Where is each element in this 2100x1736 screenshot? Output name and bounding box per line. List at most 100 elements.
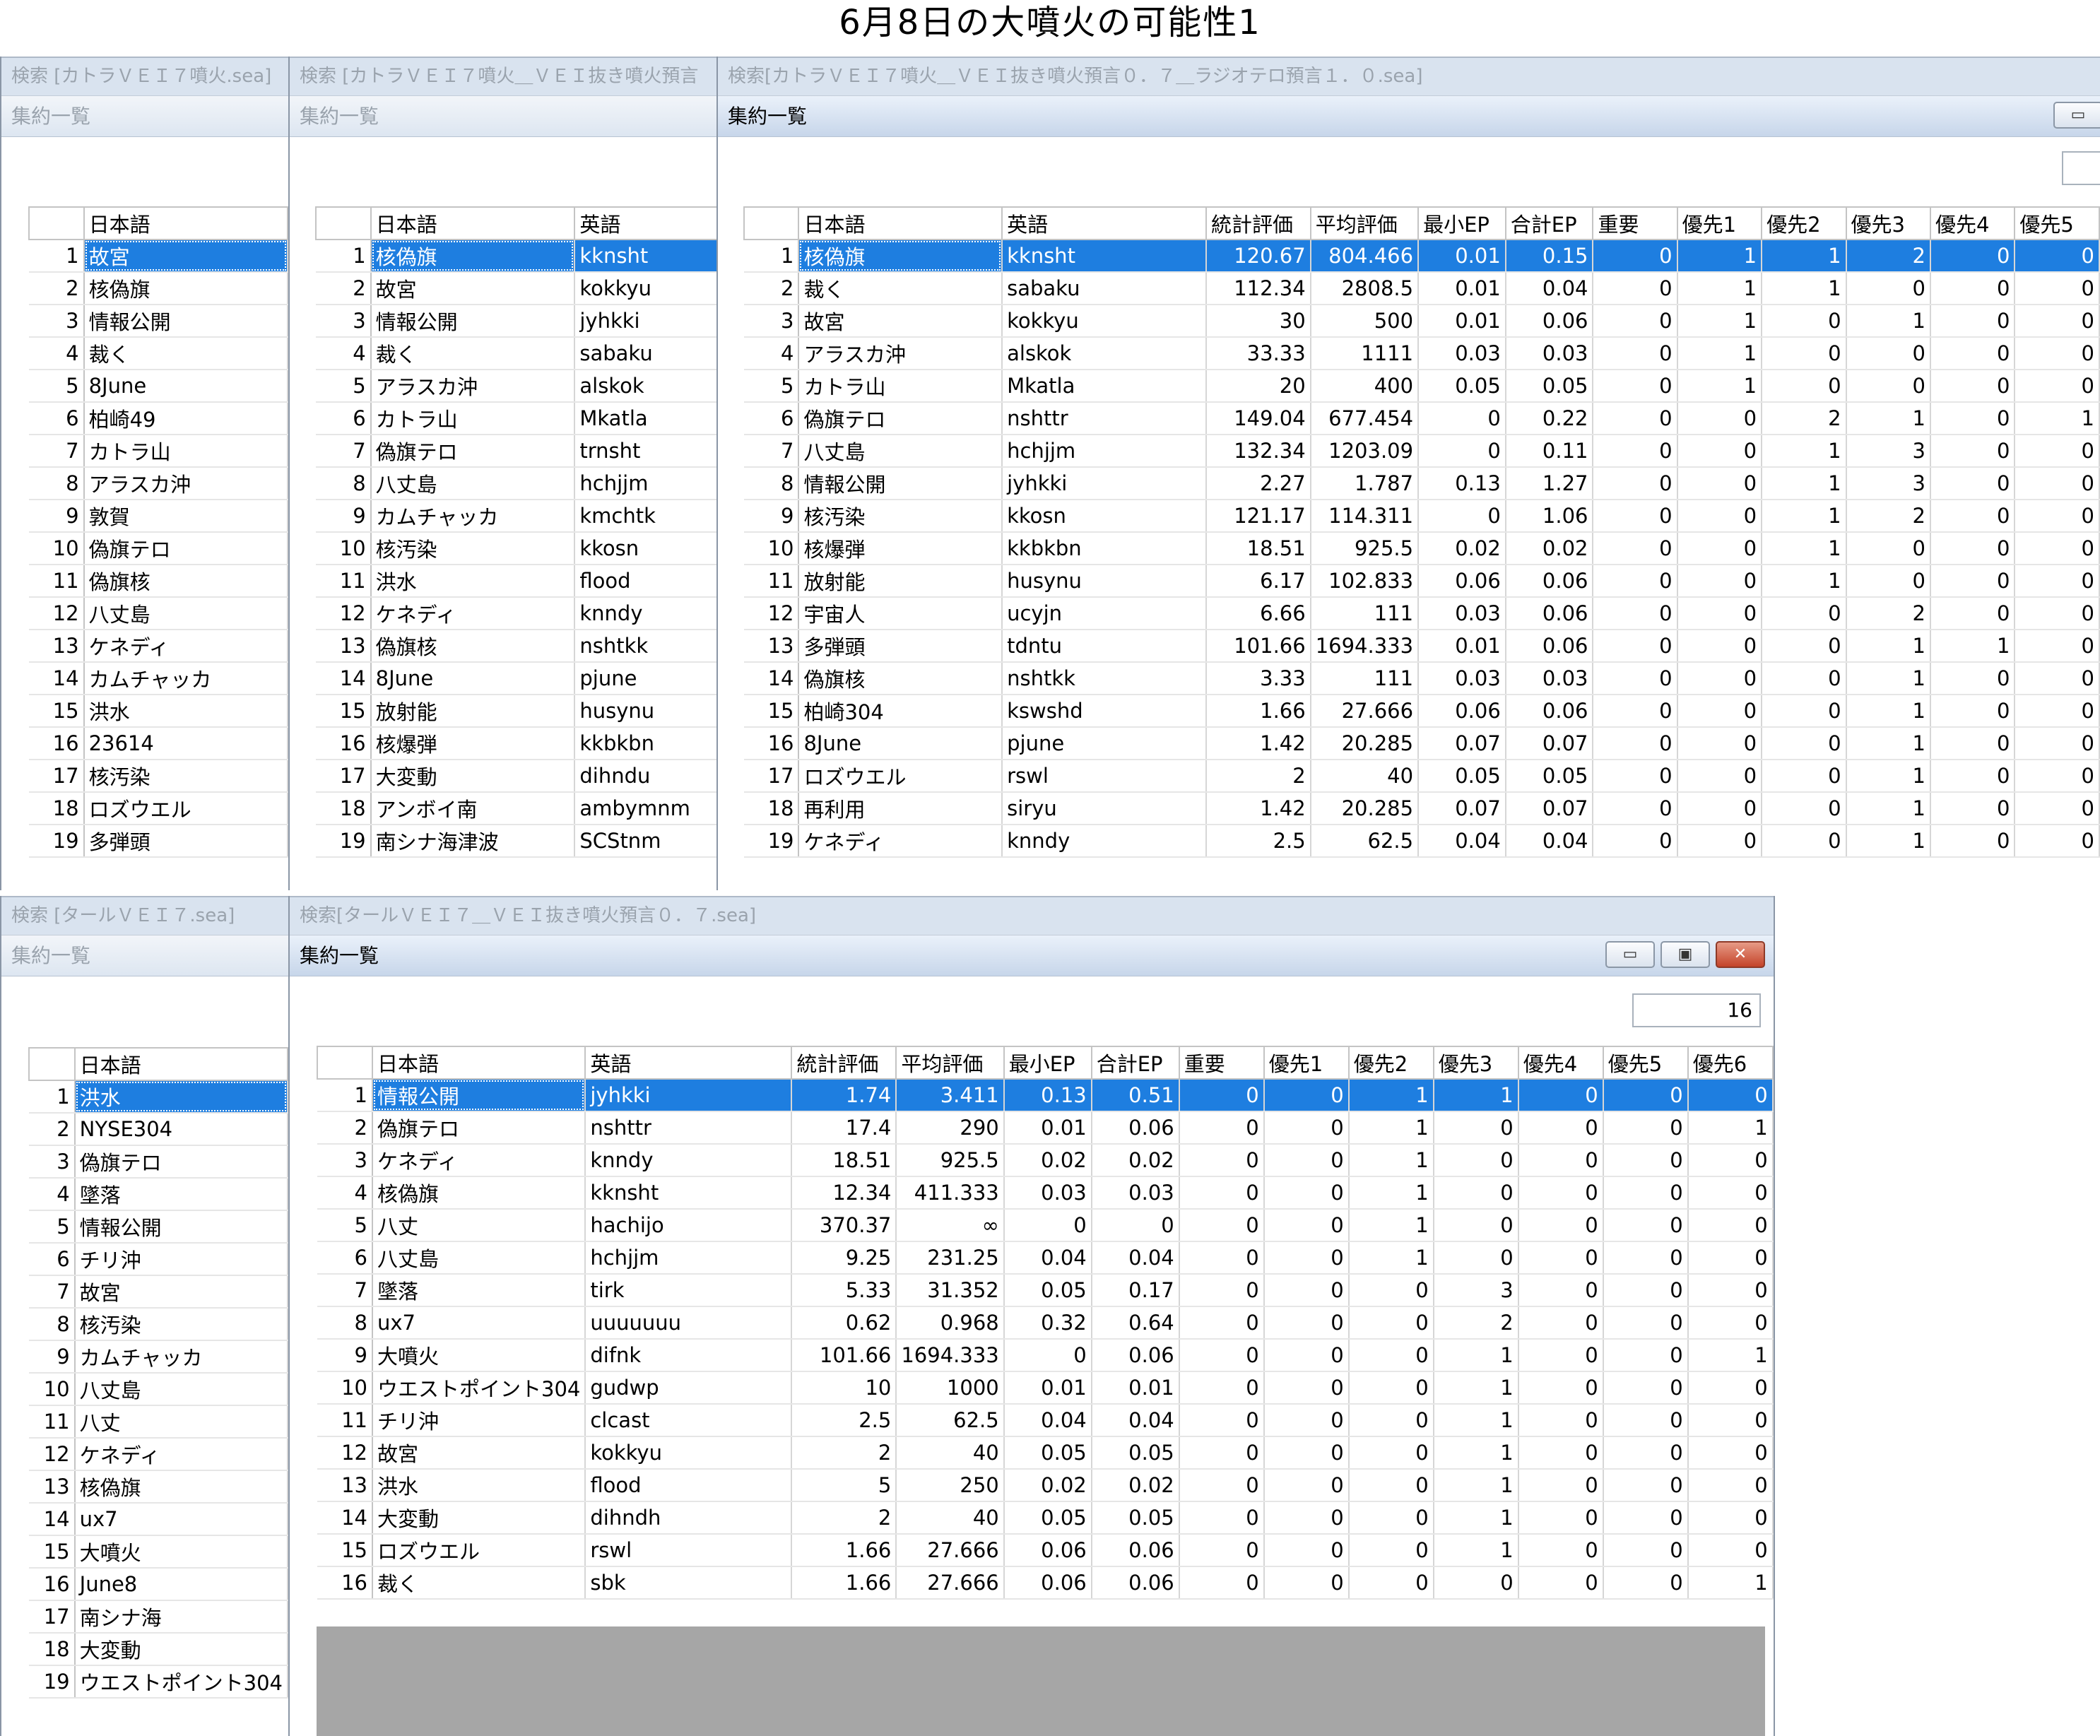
cell-japanese[interactable]: 故宮: [83, 240, 288, 273]
cell-priority-2[interactable]: 0: [1348, 1436, 1434, 1470]
cell-row-number[interactable]: 12: [316, 597, 372, 630]
cell-priority-2[interactable]: 0: [1348, 1371, 1434, 1405]
summary-grid[interactable]: 日本語 英語 1 核偽旗 kknsht 2 故宮 kokkyu 3 情報公開 jyhkki 4 裁く sa…: [315, 206, 718, 858]
cell-min-ep[interactable]: 0.05: [1003, 1501, 1092, 1535]
cell-japanese[interactable]: 偽旗テロ: [372, 1111, 586, 1145]
cell-total-ep[interactable]: 0.64: [1091, 1306, 1180, 1340]
table-row[interactable]: 6 八丈島 hchjjm 9.25 231.25 0.04 0.04 0 0 1 0 0 0 0: [317, 1241, 1774, 1275]
cell-priority-1[interactable]: 0: [1263, 1144, 1350, 1177]
cell-row-number[interactable]: 14: [317, 1501, 373, 1535]
cell-total-ep[interactable]: 0.02: [1505, 532, 1594, 565]
cell-important[interactable]: 0: [1179, 1371, 1265, 1405]
table-row[interactable]: 2 NYSE304: [29, 1113, 288, 1146]
cell-japanese[interactable]: 故宮: [798, 305, 1003, 338]
cell-priority-2[interactable]: 0: [1762, 792, 1847, 825]
cell-japanese[interactable]: アンボイ南: [370, 792, 576, 825]
cell-row-number[interactable]: 8: [316, 467, 372, 500]
cell-priority-4[interactable]: 0: [1518, 1241, 1604, 1275]
cell-priority-3[interactable]: 0: [1433, 1176, 1519, 1210]
cell-priority-2[interactable]: 2: [1762, 402, 1847, 435]
table-row[interactable]: 1 情報公開 jyhkki 1.74 3.411 0.13 0.51 0 0 1 1 0 0 0: [317, 1079, 1774, 1112]
cell-total-ep[interactable]: 1.06: [1505, 500, 1594, 533]
cell-english[interactable]: kkbkbn: [1002, 532, 1208, 565]
cell-japanese[interactable]: 大変動: [372, 1501, 586, 1535]
cell-priority-1[interactable]: 0: [1677, 727, 1763, 760]
cell-priority-6[interactable]: 0: [1687, 1176, 1774, 1210]
cell-row-number[interactable]: 11: [744, 565, 800, 598]
cell-priority-4[interactable]: 0: [1518, 1404, 1604, 1437]
table-row[interactable]: 9 核汚染 kkosn 121.17 114.311 0 1.06 0 0 1 2 0 0: [744, 500, 2100, 533]
cell-row-number[interactable]: 16: [316, 727, 372, 760]
cell-japanese[interactable]: ウエストポイント304: [372, 1371, 586, 1405]
cell-total-ep[interactable]: 0.22: [1505, 402, 1594, 435]
cell-priority-6[interactable]: 1: [1687, 1339, 1774, 1372]
cell-min-ep[interactable]: 0.02: [1003, 1144, 1092, 1177]
cell-priority-5[interactable]: 0: [2015, 467, 2100, 500]
cell-avg-eval[interactable]: 1203.09: [1310, 435, 1420, 468]
cell-important[interactable]: 0: [1593, 695, 1678, 728]
cell-english[interactable]: sabaku: [1002, 272, 1208, 305]
cell-english[interactable]: kknsht: [574, 240, 718, 273]
cell-priority-4[interactable]: 0: [1930, 272, 2016, 305]
cell-priority-4[interactable]: 0: [1518, 1339, 1604, 1372]
cell-min-ep[interactable]: 0: [1003, 1209, 1092, 1242]
cell-japanese[interactable]: 放射能: [370, 695, 576, 728]
summary-list-title[interactable]: 集約一覧: [1, 96, 288, 137]
cell-priority-5[interactable]: 1: [2015, 402, 2100, 435]
column-header-total-ep[interactable]: 合計EP: [1090, 1046, 1180, 1080]
cell-row-number[interactable]: 9: [744, 500, 800, 533]
cell-row-number[interactable]: 7: [316, 435, 372, 468]
cell-avg-eval[interactable]: 62.5: [896, 1404, 1005, 1437]
table-row[interactable]: 1 故宮: [29, 240, 288, 273]
cell-japanese[interactable]: 核汚染: [74, 1308, 288, 1341]
table-row[interactable]: 4 墜落: [29, 1178, 288, 1211]
cell-japanese[interactable]: アラスカ沖: [83, 467, 288, 500]
cell-total-ep[interactable]: 0.06: [1091, 1339, 1180, 1372]
cell-row-number[interactable]: 14: [316, 662, 372, 695]
cell-japanese[interactable]: ケネディ: [372, 1144, 586, 1177]
cell-priority-4[interactable]: 0: [1930, 370, 2016, 403]
cell-avg-eval[interactable]: 1694.333: [896, 1339, 1005, 1372]
cell-row-number[interactable]: 5: [317, 1209, 373, 1242]
cell-row-number[interactable]: 10: [744, 532, 800, 565]
table-row[interactable]: 3 情報公開 jyhkki: [316, 305, 718, 338]
cell-priority-5[interactable]: 0: [2015, 370, 2100, 403]
cell-total-ep[interactable]: 0.04: [1505, 272, 1594, 305]
cell-row-number[interactable]: 19: [316, 825, 372, 858]
cell-stat-eval[interactable]: 120.67: [1206, 240, 1311, 273]
cell-priority-3[interactable]: 1: [1846, 305, 1931, 338]
column-header-row-number[interactable]: [28, 1047, 76, 1081]
cell-japanese[interactable]: 偽旗テロ: [74, 1145, 288, 1179]
cell-english[interactable]: kmchtk: [574, 500, 718, 533]
cell-row-number[interactable]: 4: [29, 337, 85, 370]
cell-english[interactable]: kkosn: [574, 532, 718, 565]
cell-stat-eval[interactable]: 1.66: [791, 1566, 897, 1600]
column-header-japanese[interactable]: 日本語: [83, 206, 288, 240]
cell-avg-eval[interactable]: 40: [896, 1436, 1005, 1470]
cell-priority-3[interactable]: 1: [1846, 727, 1931, 760]
cell-english[interactable]: kokkyu: [574, 272, 718, 305]
table-row[interactable]: 4 アラスカ沖 alskok 33.33 1111 0.03 0.03 0 1 0 0 0 0: [744, 337, 2100, 370]
table-row[interactable]: 6 チリ沖: [29, 1243, 288, 1276]
cell-row-number[interactable]: 12: [744, 597, 800, 630]
cell-english[interactable]: kokkyu: [585, 1436, 793, 1470]
cell-priority-5[interactable]: 0: [1603, 1534, 1689, 1567]
cell-stat-eval[interactable]: 121.17: [1206, 500, 1311, 533]
cell-min-ep[interactable]: 0: [1003, 1339, 1092, 1372]
table-row[interactable]: 16 裁く sbk 1.66 27.666 0.06 0.06 0 0 0 0 0 0 1: [317, 1566, 1774, 1600]
cell-important[interactable]: 0: [1593, 500, 1678, 533]
cell-stat-eval[interactable]: 6.66: [1206, 597, 1311, 630]
cell-row-number[interactable]: 14: [29, 662, 85, 695]
column-header-min-ep[interactable]: 最小EP: [1003, 1046, 1092, 1080]
maximize-button[interactable]: ▣: [1660, 941, 1710, 968]
cell-priority-2[interactable]: 0: [1762, 337, 1847, 370]
cell-english[interactable]: nshtkk: [574, 630, 718, 663]
table-row[interactable]: 7 カトラ山: [29, 435, 288, 468]
table-row[interactable]: 8 八丈島 hchjjm: [316, 467, 718, 500]
cell-japanese[interactable]: ロズウエル: [372, 1534, 586, 1567]
cell-priority-3[interactable]: 0: [1433, 1144, 1519, 1177]
table-row[interactable]: 19 ケネディ knndy 2.5 62.5 0.04 0.04 0 0 0 1 0 0: [744, 825, 2100, 858]
cell-total-ep[interactable]: 0.04: [1505, 825, 1594, 858]
cell-priority-1[interactable]: 0: [1677, 565, 1763, 598]
cell-priority-5[interactable]: 0: [1603, 1371, 1689, 1405]
